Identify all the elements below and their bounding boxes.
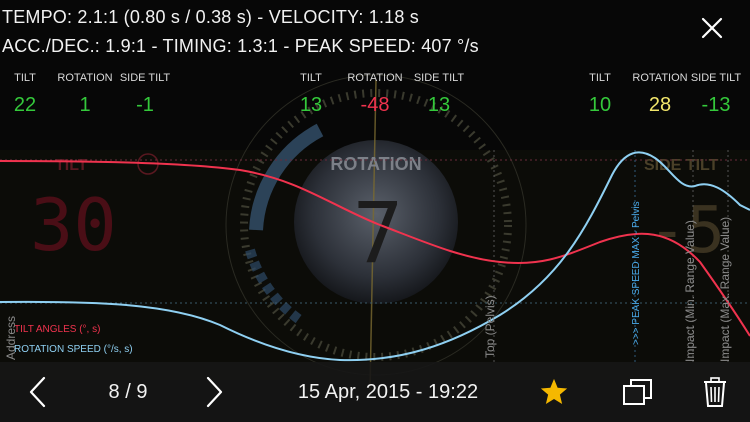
- session-date: 15 Apr, 2015 - 19:22: [297, 380, 479, 403]
- bg-rotation-value: 7: [353, 184, 404, 282]
- swing-analysis-screen: ROTATION 7 TILT 30 SIDE TILT -5 TEMPO: 2…: [0, 0, 750, 422]
- bg-tilt-value: 30: [30, 183, 117, 267]
- star-icon: [540, 378, 568, 404]
- close-icon: [701, 17, 723, 39]
- trash-icon: [704, 377, 726, 407]
- metrics-top: TILT 13 ROTATION -48 SIDE TILT 13: [276, 72, 466, 122]
- metrics-address: TILT 22 ROTATION 1 SIDE TILT -1: [0, 72, 180, 122]
- previous-button[interactable]: [20, 362, 56, 422]
- bg-rotation-label: ROTATION: [330, 154, 421, 174]
- marker-peak-speed-label: >>> PEAK SPEED MAX - Pelvis: [631, 201, 642, 345]
- delete-button[interactable]: [700, 362, 730, 422]
- metric-value-side-tilt: -1: [136, 94, 154, 116]
- next-button[interactable]: [196, 362, 232, 422]
- marker-impact-min-label: Impact (Min. Range Value): [683, 220, 697, 362]
- metric-value-side-tilt: 13: [427, 94, 451, 116]
- marker-address-label: Address: [4, 315, 18, 360]
- page-indicator: 8 / 9: [108, 380, 148, 403]
- copy-icon: [623, 379, 652, 405]
- bottom-toolbar: 8 / 9 15 Apr, 2015 - 19:22: [0, 362, 750, 422]
- copy-button[interactable]: [618, 362, 658, 422]
- marker-top-label: Top (Pelvis): [483, 295, 497, 358]
- metric-label-side-tilt: SIDE TILT: [413, 72, 465, 84]
- metric-label-rotation: ROTATION: [347, 72, 403, 84]
- metric-label-side-tilt: SIDE TILT: [119, 72, 171, 84]
- legend-rotation-speed: ROTATION SPEED (°/s, s): [14, 344, 133, 355]
- legend-tilt-angles: TILT ANGLES (°, s): [14, 324, 101, 335]
- chevron-right-icon: [206, 376, 223, 408]
- close-button[interactable]: [698, 14, 726, 42]
- metric-label-side-tilt: SIDE TILT: [690, 72, 742, 84]
- header-tempo-line: TEMPO: 2.1:1 (0.80 s / 0.38 s) - VELOCIT…: [2, 7, 419, 27]
- favorite-button[interactable]: [536, 362, 572, 422]
- header-acc-line: ACC./DEC.: 1.9:1 - TIMING: 1.3:1 - PEAK …: [2, 36, 479, 56]
- metric-label-tilt: TILT: [300, 72, 322, 84]
- metrics-impact: TILT 10 ROTATION 28 SIDE TILT -13: [565, 72, 750, 122]
- metric-value-side-tilt: -13: [701, 94, 731, 116]
- marker-impact-max-label: Impact (Max. Range Value): [718, 216, 732, 362]
- metric-value-rotation: -48: [360, 94, 390, 116]
- chevron-left-icon: [29, 376, 46, 408]
- metric-value-tilt: 13: [299, 94, 323, 116]
